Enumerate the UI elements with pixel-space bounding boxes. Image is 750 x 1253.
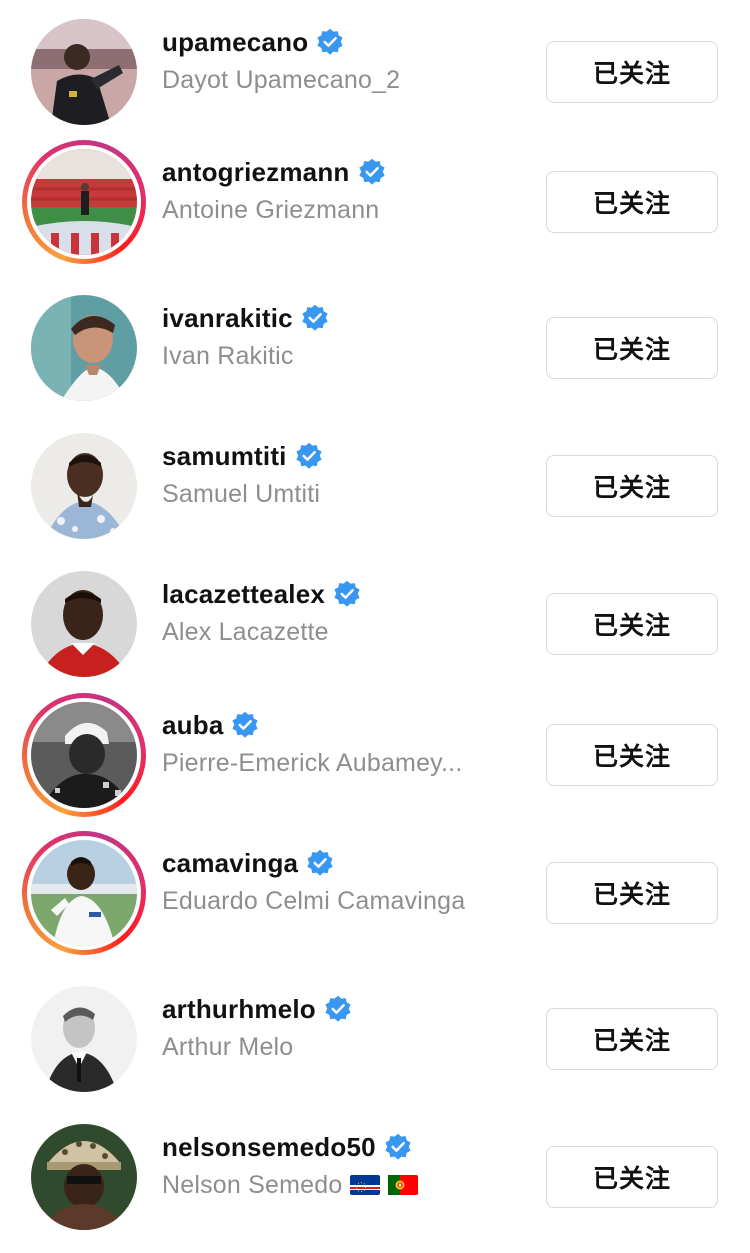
verified-badge-icon bbox=[334, 580, 360, 607]
avatar[interactable] bbox=[22, 977, 146, 1101]
following-button[interactable]: 已关注 bbox=[546, 455, 718, 517]
list-item[interactable]: camavinga Eduardo Celmi Camavinga 已关注 bbox=[0, 831, 750, 969]
avatar-story-ring[interactable] bbox=[22, 831, 146, 955]
username: ivanrakitic bbox=[162, 302, 293, 333]
following-button[interactable]: 已关注 bbox=[546, 862, 718, 924]
full-name: Nelson Semedo bbox=[162, 1170, 343, 1199]
account-text[interactable]: lacazettealex Alex Lacazette bbox=[162, 576, 532, 650]
avatar-photo bbox=[31, 571, 137, 677]
account-text[interactable]: antogriezmann Antoine Griezmann bbox=[162, 154, 532, 228]
account-text[interactable]: ivanrakitic Ivan Rakitic bbox=[162, 300, 532, 374]
username: arthurhmelo bbox=[162, 993, 316, 1024]
full-name: Dayot Upamecano_2 bbox=[162, 65, 401, 94]
verified-badge-icon bbox=[232, 711, 259, 738]
username: lacazettealex bbox=[162, 578, 326, 609]
list-item[interactable]: lacazettealex Alex Lacazette 已关注 bbox=[0, 562, 750, 700]
following-button[interactable]: 已关注 bbox=[546, 41, 718, 103]
verified-badge-icon bbox=[296, 442, 322, 469]
avatar[interactable] bbox=[22, 424, 146, 548]
verified-badge-icon bbox=[325, 995, 351, 1022]
avatar-photo bbox=[31, 295, 137, 401]
avatar-photo bbox=[31, 986, 137, 1092]
username: samumtiti bbox=[162, 440, 287, 471]
account-text[interactable]: camavinga Eduardo Celmi Camavinga bbox=[162, 845, 532, 919]
list-item[interactable]: nelsonsemedo50 Nelson Semedo 已关注 bbox=[0, 1115, 750, 1253]
list-item[interactable]: auba Pierre-Emerick Aubamey... 已关注 bbox=[0, 693, 750, 831]
following-button[interactable]: 已关注 bbox=[546, 724, 718, 786]
full-name: Arthur Melo bbox=[162, 1032, 294, 1061]
username: nelsonsemedo50 bbox=[162, 1131, 376, 1162]
following-button[interactable]: 已关注 bbox=[546, 1146, 718, 1208]
list-item[interactable]: upamecano Dayot Upamecano_2 已关注 bbox=[0, 10, 750, 148]
following-button[interactable]: 已关注 bbox=[546, 171, 718, 233]
cape-verde-flag-icon bbox=[350, 1175, 381, 1195]
avatar-photo bbox=[31, 702, 137, 808]
account-text[interactable]: upamecano Dayot Upamecano_2 bbox=[162, 24, 532, 98]
verified-badge-icon bbox=[307, 849, 333, 876]
avatar[interactable] bbox=[22, 562, 146, 686]
following-button[interactable]: 已关注 bbox=[546, 317, 718, 379]
verified-badge-icon bbox=[302, 304, 328, 331]
following-button[interactable]: 已关注 bbox=[546, 593, 718, 655]
username: upamecano bbox=[162, 26, 309, 57]
avatar-photo bbox=[31, 149, 137, 255]
avatar-story-ring[interactable] bbox=[22, 140, 146, 264]
portugal-flag-icon bbox=[388, 1175, 419, 1195]
username: antogriezmann bbox=[162, 156, 350, 187]
avatar[interactable] bbox=[22, 1115, 146, 1239]
account-text[interactable]: auba Pierre-Emerick Aubamey... bbox=[162, 707, 532, 781]
list-item[interactable]: arthurhmelo Arthur Melo 已关注 bbox=[0, 977, 750, 1115]
account-text[interactable]: nelsonsemedo50 Nelson Semedo bbox=[162, 1129, 532, 1203]
verified-badge-icon bbox=[385, 1133, 411, 1160]
following-button[interactable]: 已关注 bbox=[546, 1008, 718, 1070]
verified-badge-icon bbox=[317, 28, 343, 55]
account-text[interactable]: samumtiti Samuel Umtiti bbox=[162, 438, 532, 512]
account-text[interactable]: arthurhmelo Arthur Melo bbox=[162, 991, 532, 1065]
full-name: Alex Lacazette bbox=[162, 617, 329, 646]
full-name: Eduardo Celmi Camavinga bbox=[162, 886, 466, 915]
avatar-photo bbox=[31, 19, 137, 125]
avatar-photo bbox=[31, 1124, 137, 1230]
avatar[interactable] bbox=[22, 286, 146, 410]
avatar-photo bbox=[31, 433, 137, 539]
avatar[interactable] bbox=[22, 10, 146, 134]
avatar-story-ring[interactable] bbox=[22, 693, 146, 817]
verified-badge-icon bbox=[358, 158, 385, 185]
full-name: Pierre-Emerick Aubamey... bbox=[162, 748, 463, 777]
username: auba bbox=[162, 709, 224, 740]
list-item[interactable]: samumtiti Samuel Umtiti 已关注 bbox=[0, 424, 750, 562]
username: camavinga bbox=[162, 847, 299, 878]
full-name: Ivan Rakitic bbox=[162, 341, 294, 370]
full-name: Antoine Griezmann bbox=[162, 195, 380, 224]
list-item[interactable]: antogriezmann Antoine Griezmann 已关注 bbox=[0, 140, 750, 278]
avatar-photo bbox=[31, 840, 137, 946]
list-item[interactable]: ivanrakitic Ivan Rakitic 已关注 bbox=[0, 286, 750, 424]
full-name: Samuel Umtiti bbox=[162, 479, 321, 508]
